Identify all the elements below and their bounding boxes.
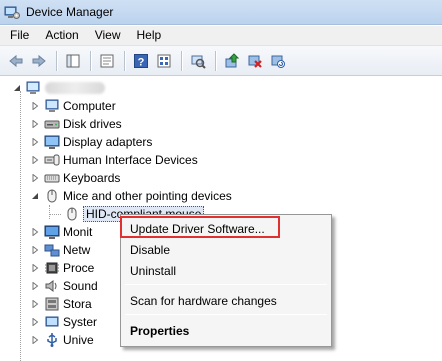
tree-item-label: Display adapters — [63, 135, 153, 149]
expand-arrow-icon[interactable] — [30, 155, 40, 165]
tree-item-label: Unive — [63, 333, 94, 347]
tree-root[interactable] — [12, 79, 105, 97]
expand-arrow-icon[interactable] — [30, 101, 40, 111]
tree-item-processors[interactable]: Proce — [30, 259, 94, 277]
tree-item-mice[interactable]: Mice and other pointing devices — [30, 187, 232, 205]
menu-uninstall[interactable]: Uninstall — [124, 260, 328, 282]
toolbar-separator — [124, 50, 125, 71]
properties-icon[interactable] — [96, 50, 118, 72]
menu-separator — [125, 314, 327, 315]
system-icon — [44, 314, 60, 330]
expand-arrow-icon[interactable] — [30, 317, 40, 327]
svg-text:?: ? — [138, 56, 145, 68]
tree-item-usb[interactable]: Unive — [30, 331, 94, 349]
sound-icon — [44, 278, 60, 294]
toolbar-separator — [90, 50, 91, 71]
mouse-icon — [64, 206, 80, 222]
tree-item-label: Monit — [63, 225, 93, 239]
tree-item-label: Mice and other pointing devices — [63, 189, 232, 203]
tree-connector — [49, 205, 50, 219]
title-bar: Device Manager — [0, 0, 442, 25]
expand-arrow-icon[interactable] — [30, 173, 40, 183]
tree-item-network[interactable]: Netw — [30, 241, 90, 259]
display-adapter-icon — [44, 134, 60, 150]
expand-arrow-icon[interactable] — [30, 299, 40, 309]
tree-item-storage[interactable]: Stora — [30, 295, 92, 313]
expand-arrow-icon[interactable] — [30, 119, 40, 129]
collapse-arrow-icon[interactable] — [12, 83, 22, 93]
menu-view[interactable]: View — [87, 26, 129, 45]
menu-help[interactable]: Help — [129, 26, 170, 45]
monitor-icon — [44, 224, 60, 240]
tree-item-label: Disk drives — [63, 117, 122, 131]
tree-item-label: Sound — [63, 279, 98, 293]
tree-item-label: Netw — [63, 243, 91, 257]
expand-arrow-icon[interactable] — [30, 227, 40, 237]
menu-action[interactable]: Action — [37, 26, 86, 45]
tree-item-keyboards[interactable]: Keyboards — [30, 169, 120, 187]
toolbar: ? — [0, 45, 442, 76]
disk-drive-icon — [44, 116, 60, 132]
tree-item-label: Keyboards — [63, 171, 121, 185]
expand-arrow-icon[interactable] — [30, 263, 40, 273]
tree-connector — [20, 91, 21, 361]
toolbar-separator — [181, 50, 182, 71]
menu-properties[interactable]: Properties — [124, 320, 328, 342]
tree-item-label: Syster — [63, 315, 98, 329]
keyboard-icon — [44, 170, 60, 186]
highlight-annotation — [120, 216, 280, 238]
scan-changes-icon[interactable] — [187, 50, 209, 72]
network-icon — [44, 242, 60, 258]
menu-separator — [125, 284, 327, 285]
tree-item-monitors[interactable]: Monit — [30, 223, 92, 241]
expand-arrow-icon[interactable] — [30, 335, 40, 345]
console-tree-icon[interactable] — [62, 50, 84, 72]
device-view-icon[interactable] — [153, 50, 175, 72]
forward-arrow-icon[interactable] — [28, 50, 50, 72]
window-title: Device Manager — [26, 5, 114, 19]
computer-name-redacted — [45, 82, 105, 94]
back-arrow-icon[interactable] — [5, 50, 27, 72]
uninstall-icon[interactable] — [244, 50, 266, 72]
tree-item-display-adapters[interactable]: Display adapters — [30, 133, 152, 151]
menu-scan-hardware-changes[interactable]: Scan for hardware changes — [124, 290, 328, 312]
computer-icon — [44, 98, 60, 114]
usb-icon — [44, 332, 60, 348]
collapse-arrow-icon[interactable] — [30, 191, 40, 201]
tree-item-label: Stora — [63, 297, 92, 311]
tree-item-sound[interactable]: Sound — [30, 277, 98, 295]
scan-hardware-icon[interactable] — [267, 50, 289, 72]
tree-item-disk-drives[interactable]: Disk drives — [30, 115, 122, 133]
tree-item-system[interactable]: Syster — [30, 313, 97, 331]
device-manager-app-icon — [4, 4, 20, 20]
tree-item-human-interface-devices[interactable]: Human Interface Devices — [30, 151, 198, 169]
tree-item-label: Human Interface Devices — [63, 153, 198, 167]
update-driver-icon[interactable] — [221, 50, 243, 72]
menu-disable[interactable]: Disable — [124, 239, 328, 261]
expand-arrow-icon[interactable] — [30, 137, 40, 147]
expand-arrow-icon[interactable] — [30, 281, 40, 291]
processor-icon — [44, 260, 60, 276]
expand-arrow-icon[interactable] — [30, 245, 40, 255]
menu-file[interactable]: File — [2, 26, 37, 45]
mouse-icon — [44, 188, 60, 204]
toolbar-separator — [56, 50, 57, 71]
hid-icon — [44, 152, 60, 168]
menu-bar: File Action View Help — [0, 26, 442, 45]
tree-item-label: Computer — [63, 99, 116, 113]
computer-icon — [26, 80, 42, 96]
tree-item-label: Proce — [63, 261, 95, 275]
help-icon[interactable]: ? — [130, 50, 152, 72]
storage-icon — [44, 296, 60, 312]
toolbar-separator — [215, 50, 216, 71]
tree-item-computer[interactable]: Computer — [30, 97, 116, 115]
